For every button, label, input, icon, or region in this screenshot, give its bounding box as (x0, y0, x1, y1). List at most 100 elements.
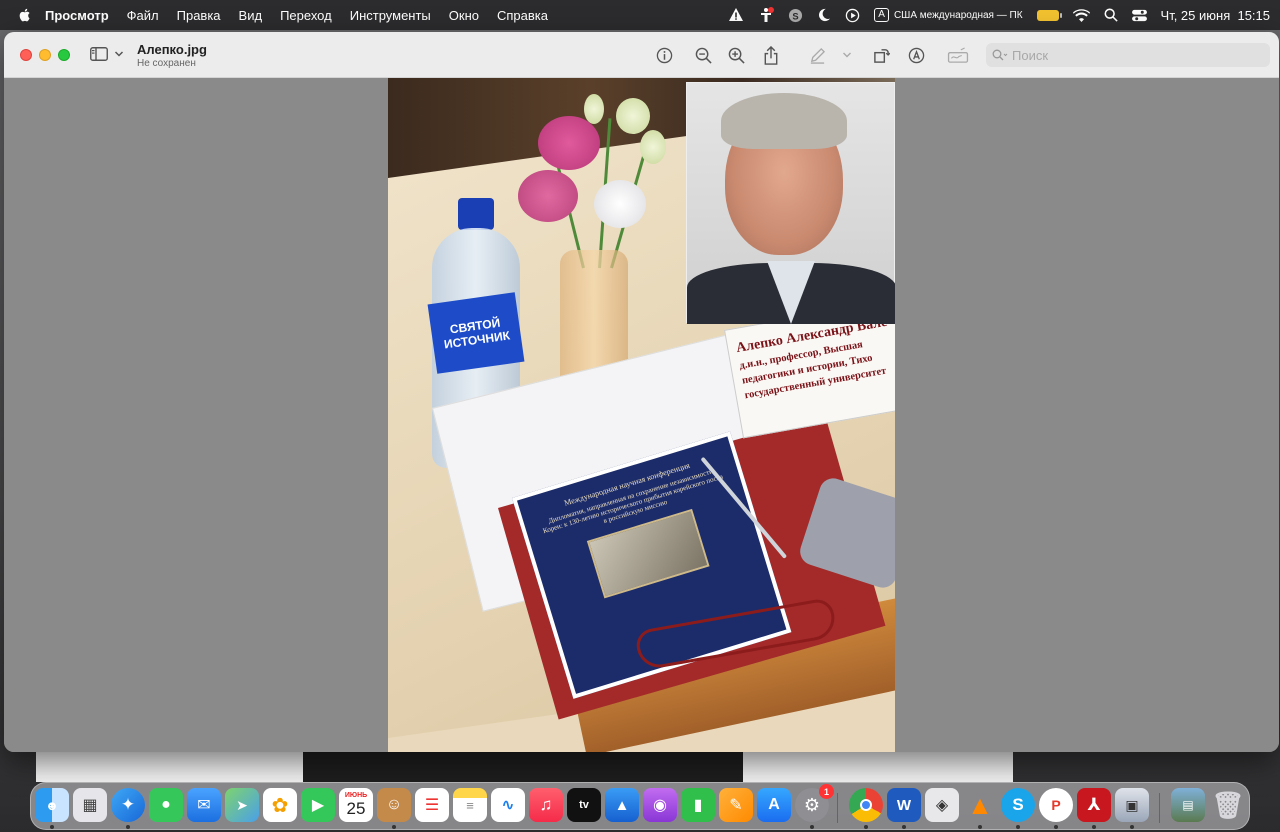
dock-running-indicator (392, 825, 396, 829)
dock-tv-icon[interactable]: tv (567, 788, 601, 822)
dock-preview-icon[interactable]: ▣ (1115, 788, 1149, 822)
dock-running-indicator (864, 825, 868, 829)
dock-numbers-icon[interactable]: ▮ (681, 788, 715, 822)
dock-running-indicator (1016, 825, 1020, 829)
dock-podcasts-icon[interactable]: ◉ (643, 788, 677, 822)
dock-running-indicator (1092, 825, 1096, 829)
flower-bud (616, 98, 650, 134)
menu-help[interactable]: Справка (497, 8, 548, 23)
menu-view[interactable]: Вид (239, 8, 263, 23)
input-source[interactable]: A США международная — ПК (874, 8, 1023, 22)
dock-pdf-expert-icon[interactable]: P (1039, 788, 1073, 822)
dock-vlc-icon[interactable]: ▲ (963, 788, 997, 822)
portrait-inset (686, 82, 895, 324)
markup-pen-icon[interactable] (806, 44, 828, 66)
search-field[interactable] (986, 43, 1270, 67)
menu-clock[interactable]: Чт, 25 июня 15:15 (1161, 8, 1270, 23)
dock-mail-icon[interactable]: ✉ (187, 788, 221, 822)
dock-system-settings-icon[interactable]: ⚙ 1 (795, 784, 834, 822)
moon-icon[interactable] (817, 8, 831, 22)
dock-acrobat-icon[interactable]: ⅄ (1077, 788, 1111, 822)
dock-divider (837, 793, 838, 823)
dock-running-indicator (126, 825, 130, 829)
dock-music-icon[interactable]: ♫ (529, 788, 563, 822)
window-toolbar: Алепко.jpg Не сохранен (4, 32, 1279, 78)
background-window (36, 752, 303, 782)
zoom-out-icon[interactable] (692, 44, 714, 66)
document-title-block[interactable]: Алепко.jpg Не сохранен (137, 42, 207, 69)
dock-running-indicator (1130, 825, 1134, 829)
menu-window[interactable]: Окно (449, 8, 479, 23)
dock-freeform-icon[interactable]: ∿ (491, 788, 525, 822)
dock-running-indicator (1054, 825, 1058, 829)
dock-launchpad-icon[interactable]: ▦ (73, 788, 107, 822)
menu-bar: Просмотр Файл Правка Вид Переход Инструм… (0, 0, 1280, 30)
dock-finder-icon[interactable]: ☻ (35, 788, 69, 822)
dock-trash-icon[interactable]: 🗑 (1211, 788, 1245, 822)
document-image[interactable]: СВЯТОЙ ИСТОЧНИК Международная научная ко… (388, 78, 895, 752)
markup-chevron-down-icon[interactable] (836, 44, 858, 66)
zoom-in-icon[interactable] (725, 44, 747, 66)
search-input[interactable] (1012, 47, 1252, 63)
annotate-icon[interactable] (905, 44, 927, 66)
dock-contacts-icon[interactable]: ☺ (377, 788, 411, 822)
flower-bud (584, 94, 604, 124)
document-title: Алепко.jpg (137, 42, 207, 57)
dock-skype-icon[interactable]: S (1001, 788, 1035, 822)
wifi-icon[interactable] (1072, 8, 1090, 22)
signature-icon[interactable] (947, 44, 969, 66)
image-viewer[interactable]: СВЯТОЙ ИСТОЧНИК Международная научная ко… (4, 78, 1279, 752)
dock-chrome-icon[interactable] (849, 788, 883, 822)
menu-edit[interactable]: Правка (177, 8, 221, 23)
sidebar-icon (90, 47, 108, 61)
dock-maps-icon[interactable]: ➤ (225, 788, 259, 822)
dock-facetime-icon[interactable]: ▶ (301, 788, 335, 822)
control-center-icon[interactable] (1131, 9, 1147, 22)
flower-white (594, 180, 646, 228)
dock-photos-icon[interactable]: ✿ (263, 788, 297, 822)
dock: ☻ ▦ ✦ ● ✉ ➤ ✿ ▶ ИЮНЬ 25 ☺ ☰ ≡ ∿ ♫ tv ▲ ◉… (30, 782, 1250, 830)
menu-app-name[interactable]: Просмотр (45, 8, 109, 23)
close-button[interactable] (20, 49, 32, 61)
svg-text:S: S (793, 11, 799, 21)
dock-keynote-icon[interactable]: ▲ (605, 788, 639, 822)
background-window-dark (303, 752, 743, 782)
menu-tools[interactable]: Инструменты (350, 8, 431, 23)
dock-pages-icon[interactable]: ✎ (719, 788, 753, 822)
apple-icon[interactable] (17, 7, 33, 23)
dock-app-store-icon[interactable]: A (757, 788, 791, 822)
dock-word-icon[interactable]: W (887, 788, 921, 822)
flower-bud (640, 130, 666, 164)
background-window-2 (743, 752, 1013, 782)
dock-running-indicator (810, 825, 814, 829)
rotate-icon[interactable] (870, 44, 892, 66)
calendar-day: 25 (346, 799, 366, 818)
accessibility-icon[interactable] (758, 7, 775, 23)
dock-calendar-icon[interactable]: ИЮНЬ 25 (339, 788, 373, 822)
settings-badge: 1 (819, 784, 834, 799)
dock-running-indicator (978, 825, 982, 829)
sidebar-toggle-button[interactable] (90, 47, 124, 61)
flower-pink (518, 170, 578, 222)
minimize-button[interactable] (39, 49, 51, 61)
dock-running-indicator (902, 825, 906, 829)
info-icon[interactable] (653, 44, 675, 66)
dock-running-indicator (50, 825, 54, 829)
dock-safari-icon[interactable]: ✦ (111, 788, 145, 822)
menu-extras: S A США международная — ПК Чт, 25 июня 1… (714, 0, 1270, 30)
dock-image-thumbnail-icon[interactable]: ▤ (1171, 788, 1205, 822)
dock-cyberduck-icon[interactable]: ◈ (925, 788, 959, 822)
dock-reminders-icon[interactable]: ☰ (415, 788, 449, 822)
battery-icon[interactable] (1036, 9, 1062, 21)
menu-go[interactable]: Переход (280, 8, 332, 23)
warning-icon[interactable] (728, 7, 744, 23)
menu-file[interactable]: Файл (127, 8, 159, 23)
zoom-button[interactable] (58, 49, 70, 61)
preview-window: Алепко.jpg Не сохранен Поиск СВЯТОЙ ИСТО… (4, 32, 1279, 752)
dock-notes-icon[interactable]: ≡ (453, 788, 487, 822)
dock-messages-icon[interactable]: ● (149, 788, 183, 822)
skype-icon[interactable]: S (788, 8, 803, 23)
play-icon[interactable] (845, 8, 860, 23)
share-icon[interactable] (760, 44, 782, 66)
search-icon[interactable] (1104, 8, 1118, 22)
